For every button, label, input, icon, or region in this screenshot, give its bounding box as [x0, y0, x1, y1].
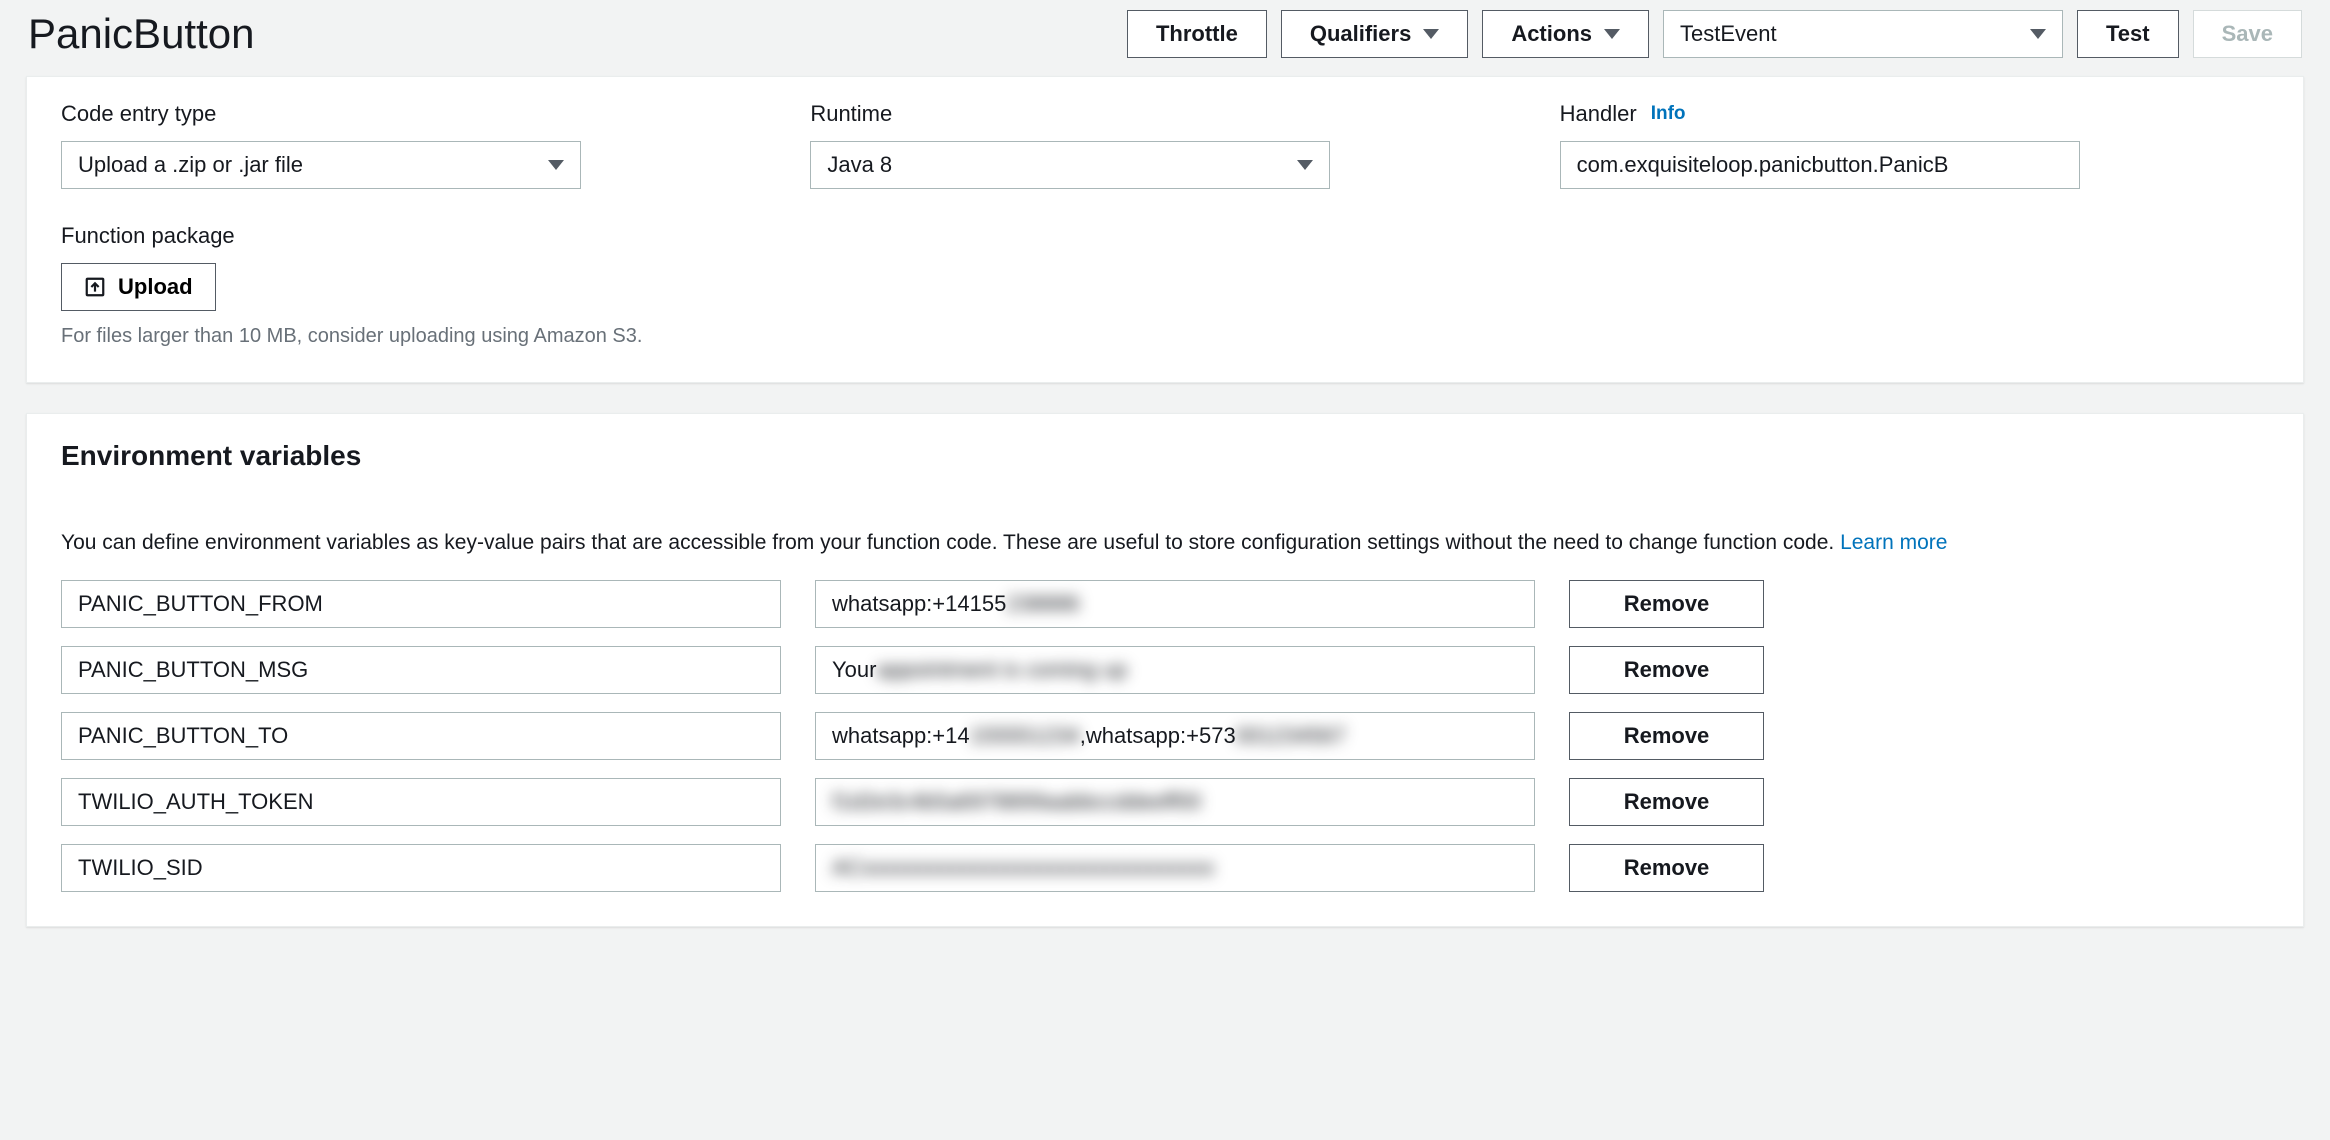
handler-info-link[interactable]: Info [1651, 103, 1686, 125]
handler-col: Handler Info com.exquisiteloop.panicbutt… [1560, 91, 2269, 189]
env-vars-title: Environment variables [61, 414, 2269, 494]
test-button[interactable]: Test [2077, 10, 2179, 58]
env-var-value: whatsapp:+14155238886 [832, 591, 1080, 617]
page-header: PanicButton Throttle Qualifiers Actions … [0, 0, 2330, 76]
env-var-key-value: TWILIO_AUTH_TOKEN [78, 789, 314, 815]
env-var-value-input[interactable]: whatsapp:+14155551234,whatsapp:+57300123… [815, 712, 1535, 760]
remove-label: Remove [1624, 723, 1710, 749]
learn-more-link[interactable]: Learn more [1840, 531, 1947, 554]
env-var-key-value: PANIC_BUTTON_FROM [78, 591, 323, 617]
code-panel: Code entry type Upload a .zip or .jar fi… [26, 76, 2304, 383]
caret-down-icon [2030, 29, 2046, 39]
test-event-value: TestEvent [1680, 21, 1777, 47]
function-package-section: Function package Upload For files larger… [61, 223, 2269, 348]
env-var-value: f1d2e3c4b5a6978899aabbccddeeff00 [832, 789, 1201, 815]
env-var-row: TWILIO_SID ACxxxxxxxxxxxxxxxxxxxxxxxxxxxx… [61, 844, 2269, 892]
env-var-value-input[interactable]: Your appointment is coming up [815, 646, 1535, 694]
env-vars-desc-text: You can define environment variables as … [61, 531, 1840, 554]
qualifiers-label: Qualifiers [1310, 21, 1411, 47]
code-entry-type-select[interactable]: Upload a .zip or .jar file [61, 141, 581, 189]
env-var-value: ACxxxxxxxxxxxxxxxxxxxxxxxxxxxxxxxx [832, 855, 1215, 881]
save-label: Save [2222, 21, 2273, 47]
runtime-select[interactable]: Java 8 [810, 141, 1330, 189]
caret-down-icon [1297, 160, 1313, 170]
upload-button[interactable]: Upload [61, 263, 216, 311]
function-package-label: Function package [61, 223, 2269, 249]
remove-label: Remove [1624, 855, 1710, 881]
save-button[interactable]: Save [2193, 10, 2302, 58]
header-actions: Throttle Qualifiers Actions TestEvent Te… [1127, 10, 2302, 58]
handler-value: com.exquisiteloop.panicbutton.PanicB [1577, 152, 1949, 178]
env-var-key-input[interactable]: PANIC_BUTTON_FROM [61, 580, 781, 628]
env-var-value: whatsapp:+14155551234,whatsapp:+57300123… [832, 723, 1346, 749]
code-entry-type-value: Upload a .zip or .jar file [78, 152, 303, 178]
throttle-button[interactable]: Throttle [1127, 10, 1267, 58]
test-event-select[interactable]: TestEvent [1663, 10, 2063, 58]
code-entry-type-label: Code entry type [61, 101, 770, 127]
env-var-key-value: PANIC_BUTTON_MSG [78, 657, 308, 683]
env-var-key-input[interactable]: TWILIO_SID [61, 844, 781, 892]
caret-down-icon [548, 160, 564, 170]
actions-label: Actions [1511, 21, 1592, 47]
page-title: PanicButton [28, 10, 255, 58]
handler-label: Handler [1560, 101, 1637, 127]
remove-button[interactable]: Remove [1569, 712, 1764, 760]
runtime-label: Runtime [810, 101, 1519, 127]
upload-label: Upload [118, 274, 193, 300]
upload-hint: For files larger than 10 MB, consider up… [61, 325, 2269, 348]
env-var-row: PANIC_BUTTON_MSG Your appointment is comi… [61, 646, 2269, 694]
env-var-value-input[interactable]: whatsapp:+14155238886 [815, 580, 1535, 628]
remove-button[interactable]: Remove [1569, 580, 1764, 628]
env-var-row: TWILIO_AUTH_TOKEN f1d2e3c4b5a6978899aabbc… [61, 778, 2269, 826]
env-var-key-input[interactable]: TWILIO_AUTH_TOKEN [61, 778, 781, 826]
runtime-value: Java 8 [827, 152, 892, 178]
handler-label-row: Handler Info [1560, 101, 2269, 127]
remove-button[interactable]: Remove [1569, 778, 1764, 826]
remove-button[interactable]: Remove [1569, 844, 1764, 892]
env-vars-description: You can define environment variables as … [61, 528, 2269, 558]
code-row: Code entry type Upload a .zip or .jar fi… [61, 87, 2269, 189]
code-entry-col: Code entry type Upload a .zip or .jar fi… [61, 91, 770, 189]
caret-down-icon [1423, 29, 1439, 39]
env-vars-panel: Environment variables You can define env… [26, 413, 2304, 927]
env-vars-rows: PANIC_BUTTON_FROM whatsapp:+14155238886 Re… [61, 580, 2269, 892]
env-var-key-input[interactable]: PANIC_BUTTON_MSG [61, 646, 781, 694]
qualifiers-dropdown[interactable]: Qualifiers [1281, 10, 1468, 58]
env-var-row: PANIC_BUTTON_TO whatsapp:+14155551234,wha… [61, 712, 2269, 760]
runtime-col: Runtime Java 8 [810, 91, 1519, 189]
remove-label: Remove [1624, 789, 1710, 815]
env-var-key-input[interactable]: PANIC_BUTTON_TO [61, 712, 781, 760]
env-var-key-value: TWILIO_SID [78, 855, 203, 881]
throttle-label: Throttle [1156, 21, 1238, 47]
remove-label: Remove [1624, 657, 1710, 683]
env-var-row: PANIC_BUTTON_FROM whatsapp:+14155238886 Re… [61, 580, 2269, 628]
actions-dropdown[interactable]: Actions [1482, 10, 1649, 58]
upload-icon [84, 276, 106, 298]
env-var-key-value: PANIC_BUTTON_TO [78, 723, 288, 749]
test-label: Test [2106, 21, 2150, 47]
remove-label: Remove [1624, 591, 1710, 617]
caret-down-icon [1604, 29, 1620, 39]
env-var-value-input[interactable]: ACxxxxxxxxxxxxxxxxxxxxxxxxxxxxxxxx [815, 844, 1535, 892]
remove-button[interactable]: Remove [1569, 646, 1764, 694]
env-var-value-input[interactable]: f1d2e3c4b5a6978899aabbccddeeff00 [815, 778, 1535, 826]
env-var-value: Your appointment is coming up [832, 657, 1127, 683]
handler-input[interactable]: com.exquisiteloop.panicbutton.PanicB [1560, 141, 2080, 189]
